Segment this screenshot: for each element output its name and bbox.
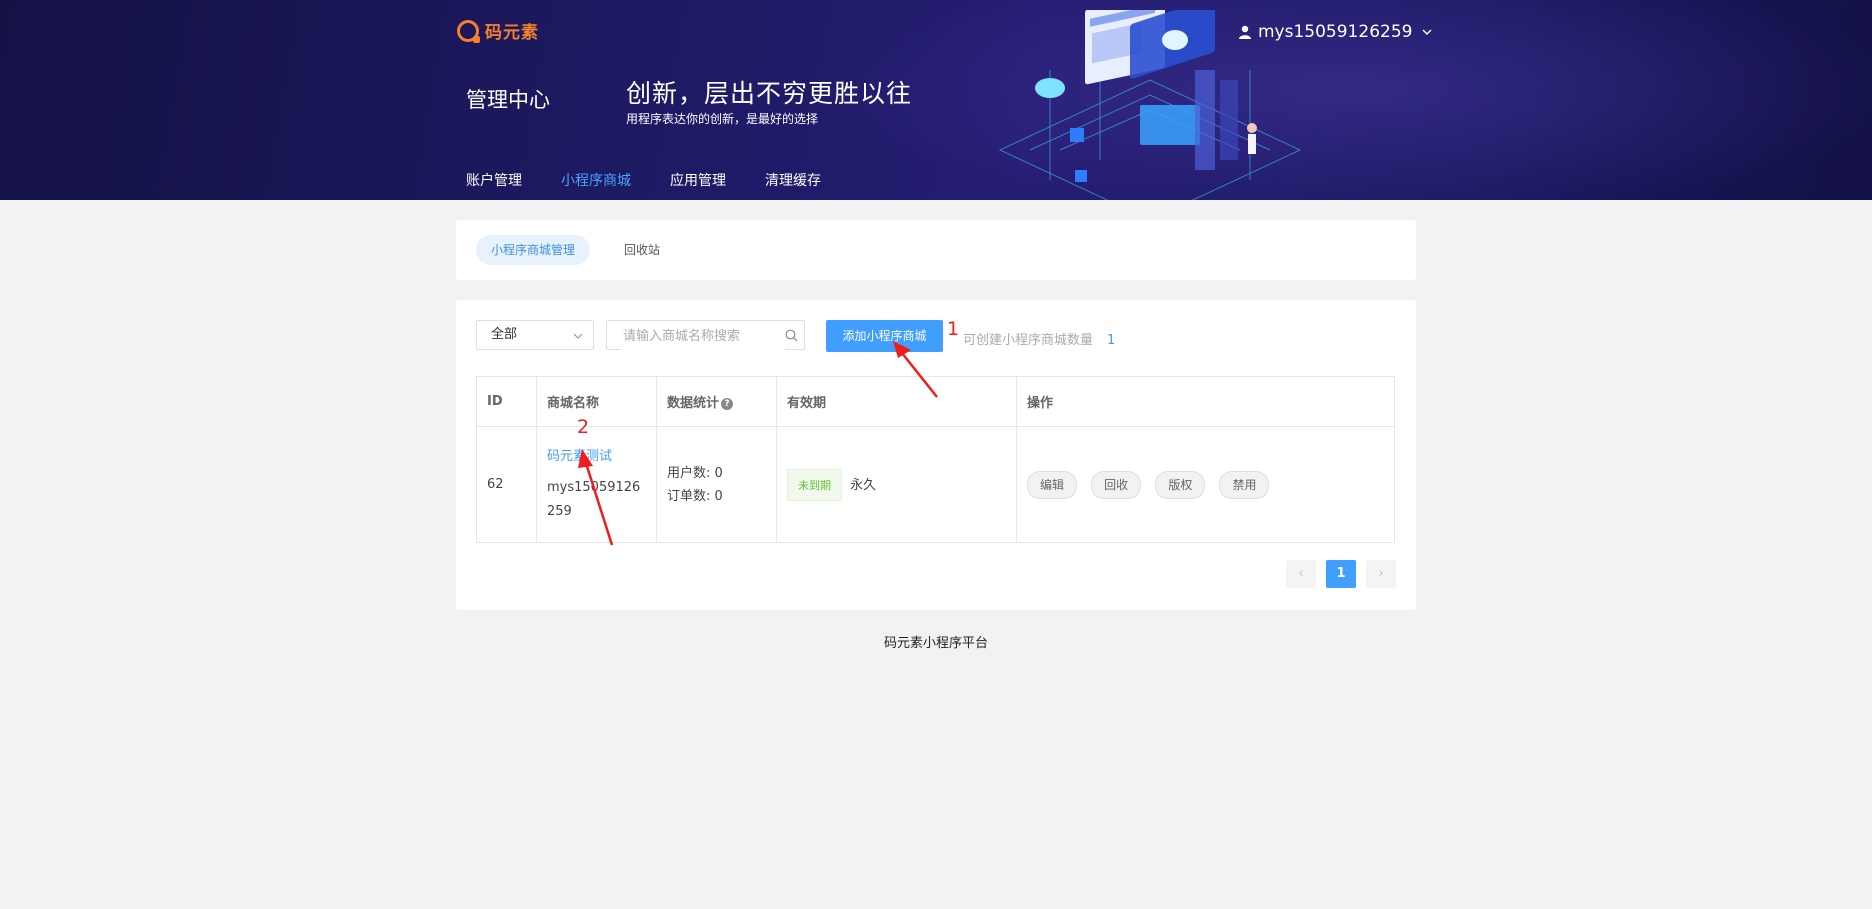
cell-name: 码元素测试 mys15059126259 xyxy=(536,426,657,543)
quota-value: 1 xyxy=(1107,333,1116,348)
cell-id: 62 xyxy=(476,426,537,543)
slogan-subtitle: 用程序表达你的创新，是最好的选择 xyxy=(626,112,819,126)
add-mall-button[interactable]: 添加小程序商城 xyxy=(826,320,943,352)
search-box xyxy=(606,320,805,350)
mall-owner: mys15059126259 xyxy=(547,480,641,519)
validity-value: 永久 xyxy=(850,477,877,493)
cell-validity: 未到期 永久 xyxy=(776,426,1017,543)
quota-info: 可创建小程序商城数量 1 xyxy=(963,329,1115,348)
quota-label: 可创建小程序商城数量 xyxy=(963,333,1094,348)
col-validity: 有效期 xyxy=(776,376,1017,427)
slogan-title: 创新，层出不穷更胜以往 xyxy=(626,79,913,108)
cell-stats: 用户数: 0 订单数: 0 xyxy=(656,426,777,543)
mall-table: ID 商城名称 数据统计? 有效期 操作 62 码元素测试 mys1505912… xyxy=(476,376,1395,543)
user-icon xyxy=(1239,25,1251,39)
nav-clear-cache[interactable]: 清理缓存 xyxy=(765,170,821,198)
col-name: 商城名称 xyxy=(536,376,657,427)
chevron-down-icon xyxy=(1422,29,1432,35)
col-stats-label: 数据统计 xyxy=(667,396,720,411)
chevron-down-icon xyxy=(573,333,583,339)
copyright-button[interactable]: 版权 xyxy=(1155,470,1206,499)
mall-list-card: 全部 添加小程序商城 可创建小程序商城数量1 ID 商城名称 数据统计? 有效期… xyxy=(456,300,1416,610)
cell-actions: 编辑 回收 版权 禁用 xyxy=(1016,426,1395,543)
header-banner: 码元素 管理中心 创新，层出不穷更胜以往 用程序表达你的创新，是最好的选择 my… xyxy=(0,0,1872,200)
status-badge: 未到期 xyxy=(787,468,842,501)
nav-app-management[interactable]: 应用管理 xyxy=(670,170,726,198)
prev-page-button[interactable]: ‹ xyxy=(1286,560,1316,588)
page-1-button[interactable]: 1 xyxy=(1326,560,1356,588)
table-header-row: ID 商城名称 数据统计? 有效期 操作 xyxy=(476,376,1395,427)
recycle-button[interactable]: 回收 xyxy=(1091,470,1142,499)
user-count: 用户数: 0 xyxy=(667,465,723,481)
user-menu[interactable]: mys15059126259 xyxy=(1238,22,1432,42)
col-id: ID xyxy=(476,376,537,427)
admin-title: 管理中心 xyxy=(466,88,550,112)
nav-mini-program-mall[interactable]: 小程序商城 xyxy=(561,170,631,198)
subtab-card: 小程序商城管理 回收站 xyxy=(456,220,1416,280)
subtab-recycle-bin[interactable]: 回收站 xyxy=(609,235,675,265)
order-count: 订单数: 0 xyxy=(667,488,723,504)
status-select-value: 全部 xyxy=(491,327,518,342)
nav-account-management[interactable]: 账户管理 xyxy=(466,170,522,198)
status-select[interactable]: 全部 xyxy=(476,320,594,350)
table-row: 62 码元素测试 mys15059126259 用户数: 0 订单数: 0 未到… xyxy=(476,426,1395,543)
username: mys15059126259 xyxy=(1258,22,1413,42)
mall-name-link[interactable]: 码元素测试 xyxy=(547,445,655,464)
annotation-number-1: 1 xyxy=(947,318,960,340)
next-page-button[interactable]: › xyxy=(1366,560,1396,588)
disable-button[interactable]: 禁用 xyxy=(1219,470,1270,499)
annotation-number-2: 2 xyxy=(577,416,590,438)
edit-button[interactable]: 编辑 xyxy=(1027,470,1078,499)
logo[interactable]: 码元素 xyxy=(457,18,539,43)
col-actions: 操作 xyxy=(1016,376,1395,427)
subtab-mall-management[interactable]: 小程序商城管理 xyxy=(476,235,591,265)
logo-text: 码元素 xyxy=(485,23,539,43)
search-icon[interactable] xyxy=(785,329,798,342)
help-icon[interactable]: ? xyxy=(721,398,734,410)
search-input[interactable] xyxy=(621,322,785,350)
pagination: ‹ 1 › xyxy=(1276,560,1396,588)
main-nav: 账户管理 小程序商城 应用管理 清理缓存 xyxy=(466,170,860,198)
col-stats: 数据统计? xyxy=(656,376,777,427)
logo-icon xyxy=(457,19,480,43)
footer-text: 码元素小程序平台 xyxy=(883,636,988,651)
